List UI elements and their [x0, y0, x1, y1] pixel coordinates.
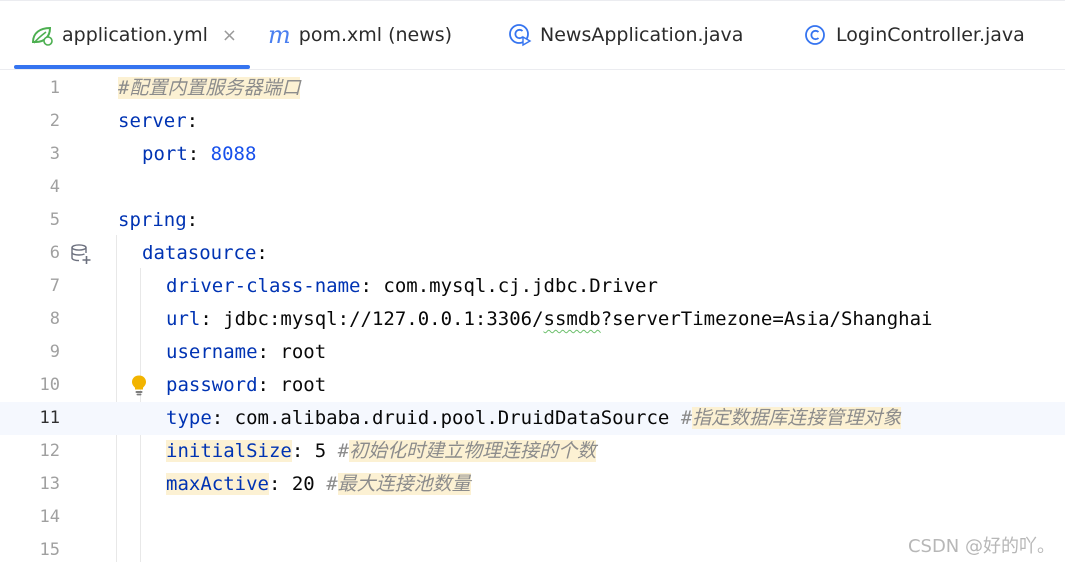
- line-number: 8: [49, 309, 60, 329]
- maven-m-icon: m: [268, 21, 291, 49]
- colon: :: [291, 440, 304, 462]
- tab-login-controller[interactable]: LoginController.java: [804, 1, 1025, 69]
- database-add-icon[interactable]: [70, 243, 92, 269]
- yaml-value: com.mysql.cj.jdbc.Driver: [383, 275, 658, 297]
- comment: 初始化时建立物理连接的个数: [349, 440, 597, 462]
- colon: :: [256, 242, 268, 264]
- colon: :: [360, 275, 372, 297]
- code-line-2[interactable]: 2 server:: [0, 105, 1065, 138]
- typo-underlined-word: ssmdb: [543, 308, 601, 330]
- comment: 最大连接池数量: [337, 473, 471, 495]
- yaml-key: port: [142, 143, 188, 165]
- line-number: 10: [39, 375, 60, 395]
- colon: :: [187, 143, 200, 165]
- yaml-key: url: [166, 308, 201, 330]
- yaml-value: 20: [291, 473, 315, 495]
- tab-news-application[interactable]: NewsApplication.java: [508, 1, 743, 69]
- yaml-key: type: [166, 407, 212, 429]
- comment: 指定数据库连接管理对象: [692, 407, 902, 429]
- line-number: 11: [39, 408, 60, 428]
- code-line-10[interactable]: 10 password: root: [0, 369, 1065, 402]
- line-number: 15: [39, 540, 60, 560]
- tab-application-yml[interactable]: application.yml ×: [30, 1, 237, 69]
- line-number: 12: [39, 441, 60, 461]
- colon: :: [257, 374, 269, 396]
- yaml-key: initialSize: [166, 440, 292, 462]
- yaml-key: driver-class-name: [166, 275, 361, 297]
- colon: :: [211, 407, 224, 429]
- colon: :: [200, 308, 212, 330]
- code-line-8[interactable]: 8 url: jdbc:mysql://127.0.0.1:3306/ssmdb…: [0, 303, 1065, 336]
- code-editor[interactable]: 1 #配置内置服务器端口 2 server: 3 port: 8088 4 5 …: [0, 70, 1065, 562]
- colon: :: [268, 473, 281, 495]
- code-line-5[interactable]: 5 spring:: [0, 204, 1065, 237]
- code-line-13[interactable]: 13 maxActive: 20 #最大连接池数量: [0, 468, 1065, 501]
- tab-pom-xml[interactable]: m pom.xml (news): [268, 1, 452, 69]
- code-line-1[interactable]: 1 #配置内置服务器端口: [0, 72, 1065, 105]
- line-number: 7: [49, 276, 60, 296]
- yaml-value: jdbc:mysql://127.0.0.1:3306/: [223, 308, 544, 330]
- line-number: 4: [49, 177, 60, 197]
- tab-label: LoginController.java: [836, 24, 1025, 46]
- line-number: 9: [49, 342, 60, 362]
- colon: :: [186, 110, 199, 132]
- spring-leaf-icon: [30, 24, 54, 46]
- lightbulb-intention-icon[interactable]: [130, 374, 148, 400]
- yaml-key: datasource: [142, 242, 257, 264]
- watermark: CSDN @好的吖。: [907, 536, 1055, 557]
- yaml-key: server: [118, 110, 187, 132]
- yaml-key: spring: [118, 209, 187, 231]
- comment-hash: #: [326, 473, 338, 495]
- line-number: 5: [49, 210, 60, 230]
- yaml-value: ?serverTimezone=Asia/Shanghai: [600, 308, 933, 330]
- code-line-3[interactable]: 3 port: 8088: [0, 138, 1065, 171]
- yaml-key: maxActive: [166, 473, 269, 495]
- close-tab-icon[interactable]: ×: [222, 25, 237, 46]
- line-number: 2: [49, 111, 60, 131]
- line-number: 6: [49, 243, 60, 263]
- line-number: 13: [39, 474, 60, 494]
- active-tab-indicator: [14, 65, 250, 69]
- java-class-run-icon: [508, 23, 532, 47]
- line-number: 3: [49, 144, 60, 164]
- colon: :: [186, 209, 199, 231]
- colon: :: [257, 341, 269, 363]
- comment: #配置内置服务器端口: [118, 77, 301, 99]
- code-line-15[interactable]: 15: [0, 534, 1065, 567]
- code-line-12[interactable]: 12 initialSize: 5 #初始化时建立物理连接的个数: [0, 435, 1065, 468]
- yaml-value: root: [280, 374, 327, 396]
- editor-tab-bar: application.yml × m pom.xml (news) NewsA…: [0, 0, 1065, 70]
- yaml-key: username: [166, 341, 258, 363]
- tab-label: NewsApplication.java: [540, 24, 744, 46]
- yaml-value: 5: [314, 440, 327, 462]
- tab-label: application.yml: [62, 24, 208, 46]
- yaml-value: 8088: [210, 143, 257, 165]
- java-class-icon: [804, 23, 828, 47]
- code-line-4[interactable]: 4: [0, 171, 1065, 204]
- code-line-14[interactable]: 14: [0, 501, 1065, 534]
- line-number: 1: [49, 78, 60, 98]
- yaml-value: root: [280, 341, 327, 363]
- code-line-7[interactable]: 7 driver-class-name: com.mysql.cj.jdbc.D…: [0, 270, 1065, 303]
- code-line-11[interactable]: 11 type: com.alibaba.druid.pool.DruidDat…: [0, 402, 1065, 435]
- yaml-key: password: [166, 374, 258, 396]
- comment-hash: #: [337, 440, 350, 462]
- tab-label: pom.xml (news): [298, 24, 453, 46]
- comment-hash: #: [680, 407, 693, 429]
- line-number: 14: [39, 507, 60, 527]
- yaml-value: com.alibaba.druid.pool.DruidDataSource: [234, 407, 670, 429]
- code-line-6[interactable]: 6 datasource:: [0, 237, 1065, 270]
- code-line-9[interactable]: 9 username: root: [0, 336, 1065, 369]
